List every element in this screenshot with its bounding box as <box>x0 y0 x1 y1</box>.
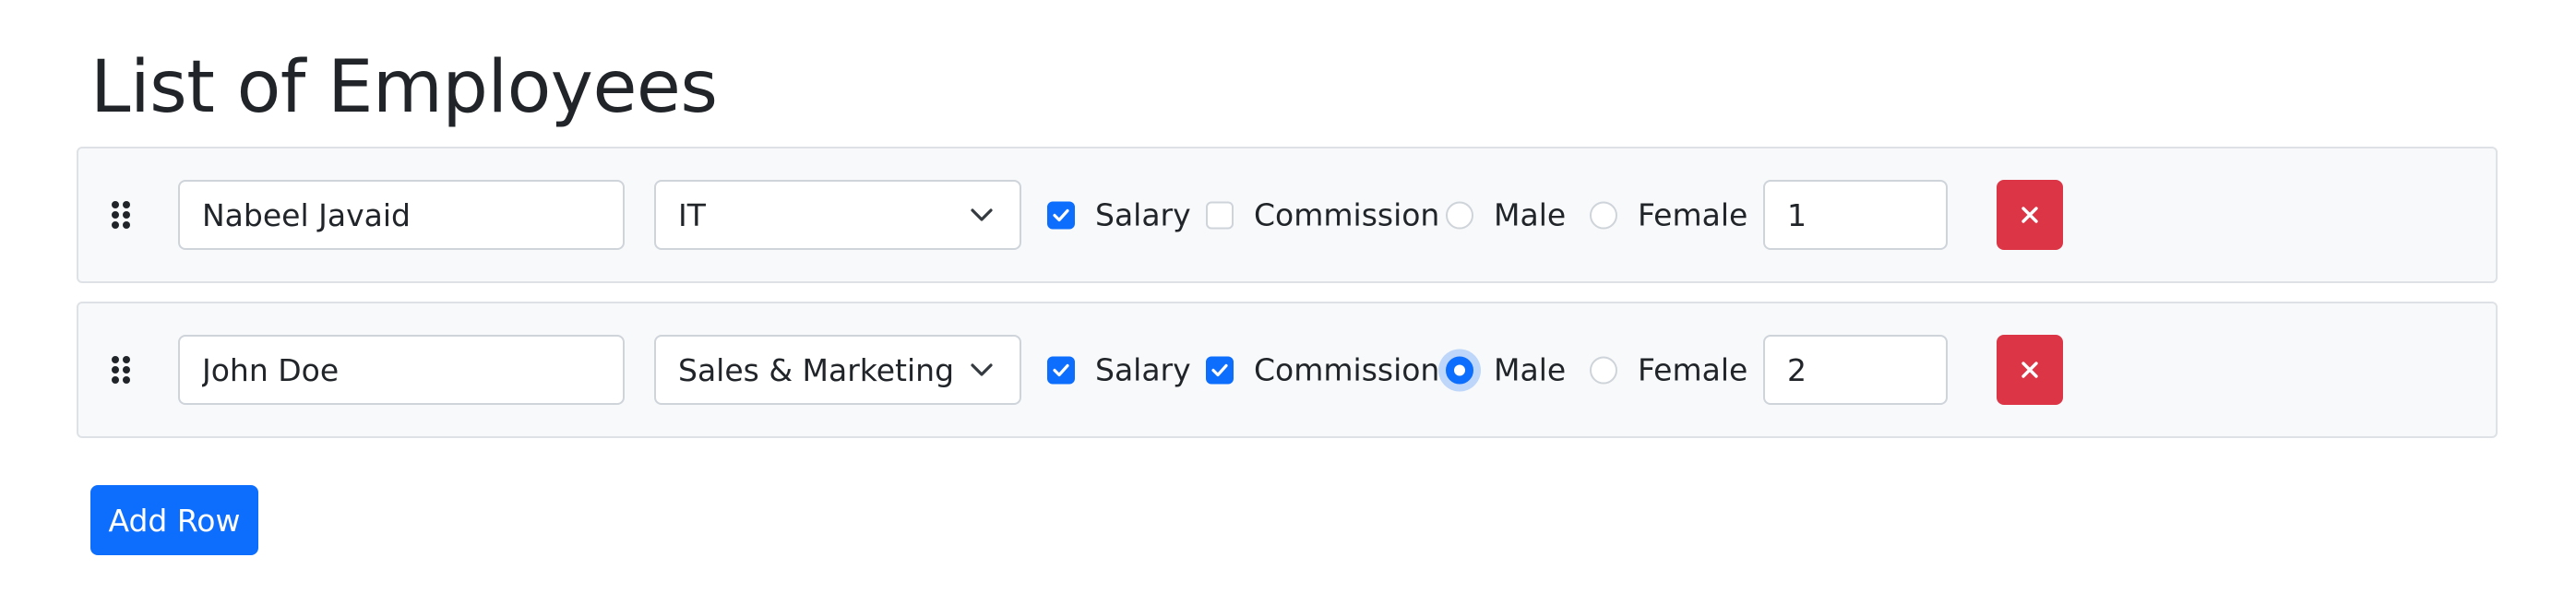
gender-female-radio[interactable]: Female <box>1590 197 1747 233</box>
check-icon <box>1053 208 1069 221</box>
close-icon <box>2021 362 2038 378</box>
checkbox-box[interactable] <box>1206 356 1234 384</box>
checkbox-box[interactable] <box>1047 356 1075 384</box>
department-select-value: IT <box>678 196 706 233</box>
male-label: Male <box>1494 196 1567 233</box>
delete-row-button[interactable] <box>1997 335 2063 405</box>
delete-row-button[interactable] <box>1997 180 2063 250</box>
gender-female-radio[interactable]: Female <box>1590 352 1747 388</box>
radio-circle[interactable] <box>1446 356 1473 384</box>
chevron-down-icon <box>970 362 994 378</box>
page-title: List of Employees <box>90 46 718 129</box>
checkbox-box[interactable] <box>1206 201 1234 229</box>
employee-row: Sales & Marketing Salary Commission Male… <box>77 302 2498 438</box>
check-icon <box>1053 363 1069 376</box>
commission-checkbox[interactable]: Commission <box>1206 197 1439 233</box>
salary-checkbox[interactable]: Salary <box>1047 197 1191 233</box>
drag-handle-icon[interactable] <box>111 200 131 230</box>
radio-circle[interactable] <box>1446 201 1473 229</box>
chevron-down-icon <box>970 207 994 223</box>
employee-name-input[interactable] <box>178 335 625 405</box>
department-select-value: Sales & Marketing <box>678 351 955 388</box>
employee-row: IT Salary Commission Male Female <box>77 147 2498 283</box>
salary-label: Salary <box>1095 196 1191 233</box>
department-select[interactable]: Sales & Marketing <box>654 335 1021 405</box>
gender-male-radio[interactable]: Male <box>1446 352 1566 388</box>
close-icon <box>2021 207 2038 223</box>
order-number-input[interactable] <box>1763 335 1948 405</box>
commission-label: Commission <box>1254 196 1440 233</box>
add-row-button[interactable]: Add Row <box>90 485 258 555</box>
department-select[interactable]: IT <box>654 180 1021 250</box>
female-label: Female <box>1638 196 1748 233</box>
radio-dot <box>1454 364 1465 375</box>
checkbox-box[interactable] <box>1047 201 1075 229</box>
drag-handle-icon[interactable] <box>111 355 131 385</box>
radio-circle[interactable] <box>1590 356 1617 384</box>
male-label: Male <box>1494 351 1567 388</box>
female-label: Female <box>1638 351 1748 388</box>
employee-name-input[interactable] <box>178 180 625 250</box>
employee-list-page: List of Employees IT Salary Commission <box>0 0 2576 605</box>
check-icon <box>1211 363 1228 376</box>
order-number-input[interactable] <box>1763 180 1948 250</box>
salary-label: Salary <box>1095 351 1191 388</box>
commission-checkbox[interactable]: Commission <box>1206 352 1439 388</box>
radio-circle[interactable] <box>1590 201 1617 229</box>
gender-male-radio[interactable]: Male <box>1446 197 1566 233</box>
salary-checkbox[interactable]: Salary <box>1047 352 1191 388</box>
commission-label: Commission <box>1254 351 1440 388</box>
